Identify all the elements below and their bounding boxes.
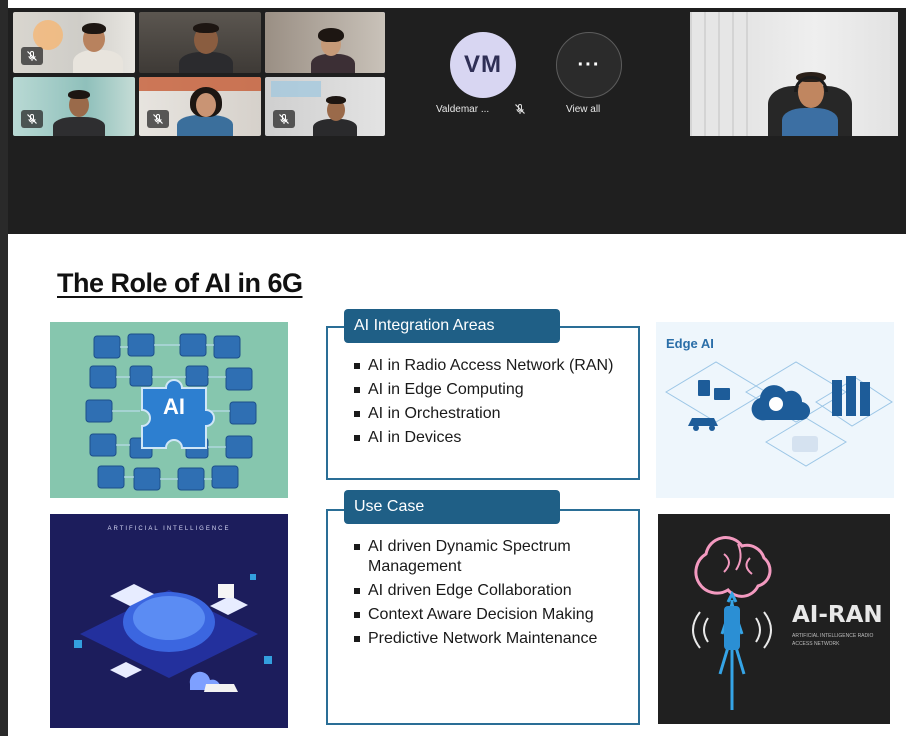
participant-avatar[interactable]: VM: [450, 32, 516, 98]
list-item: AI driven Dynamic Spectrum Management: [352, 537, 632, 577]
use-case-box: AI driven Dynamic Spectrum Management AI…: [326, 509, 640, 725]
list-item: AI in Radio Access Network (RAN): [352, 356, 632, 376]
participant-tile-1[interactable]: [13, 12, 135, 73]
list-item: AI in Edge Computing: [352, 380, 632, 400]
ai-ran-image: AI-RAN ARTIFICIAL INTELLIGENCE RADIO ACC…: [658, 514, 890, 724]
mic-muted-icon: [21, 47, 43, 65]
participant-tile-2[interactable]: [139, 12, 261, 73]
participant-tile-6[interactable]: [265, 77, 385, 136]
window-left-edge: [0, 0, 8, 736]
avatar-name: Valdemar ...: [436, 104, 490, 115]
mic-muted-icon: [147, 110, 169, 128]
ai-puzzle-image: AI: [50, 322, 288, 498]
avatar-initials: VM: [464, 51, 502, 78]
participant-tile-4[interactable]: [13, 77, 135, 136]
list-item: AI driven Edge Collaboration: [352, 581, 632, 601]
mic-muted-icon: [21, 110, 43, 128]
artificial-intelligence-image: ARTIFICIAL INTELLIGENCE: [50, 514, 288, 728]
ai-integration-list: AI in Radio Access Network (RAN) AI in E…: [352, 356, 632, 452]
use-case-heading: Use Case: [344, 490, 560, 524]
edge-ai-image: Edge AI: [656, 322, 894, 498]
ai-ran-label: AI-RAN: [792, 602, 883, 628]
ai-puzzle-label: AI: [163, 394, 185, 419]
mic-muted-icon: [514, 102, 526, 120]
view-all-button[interactable]: ···: [556, 32, 622, 98]
edge-ai-label: Edge AI: [666, 336, 714, 351]
presentation-slide: The Role of AI in 6G AI AI in Radio Acce…: [8, 234, 906, 736]
participant-tile-5[interactable]: [139, 77, 261, 136]
use-case-list: AI driven Dynamic Spectrum Management AI…: [352, 537, 632, 653]
list-item: AI in Orchestration: [352, 404, 632, 424]
speaker-video-tile[interactable]: [690, 12, 898, 136]
list-item: Context Aware Decision Making: [352, 605, 632, 625]
ai-ran-subtitle: ARTIFICIAL INTELLIGENCE RADIO ACCESS NET…: [792, 633, 874, 647]
ai-integration-box: AI in Radio Access Network (RAN) AI in E…: [326, 326, 640, 480]
more-icon: ···: [577, 53, 601, 76]
ai-integration-heading: AI Integration Areas: [344, 309, 560, 343]
view-all-label: View all: [566, 104, 601, 115]
mic-muted-icon: [273, 110, 295, 128]
list-item: Predictive Network Maintenance: [352, 629, 632, 649]
ai-image-caption: ARTIFICIAL INTELLIGENCE: [107, 526, 231, 532]
ai-isometric-illustration: [50, 514, 288, 728]
participant-tile-3[interactable]: [265, 12, 385, 73]
list-item: AI in Devices: [352, 428, 632, 448]
slide-title: The Role of AI in 6G: [57, 268, 303, 298]
